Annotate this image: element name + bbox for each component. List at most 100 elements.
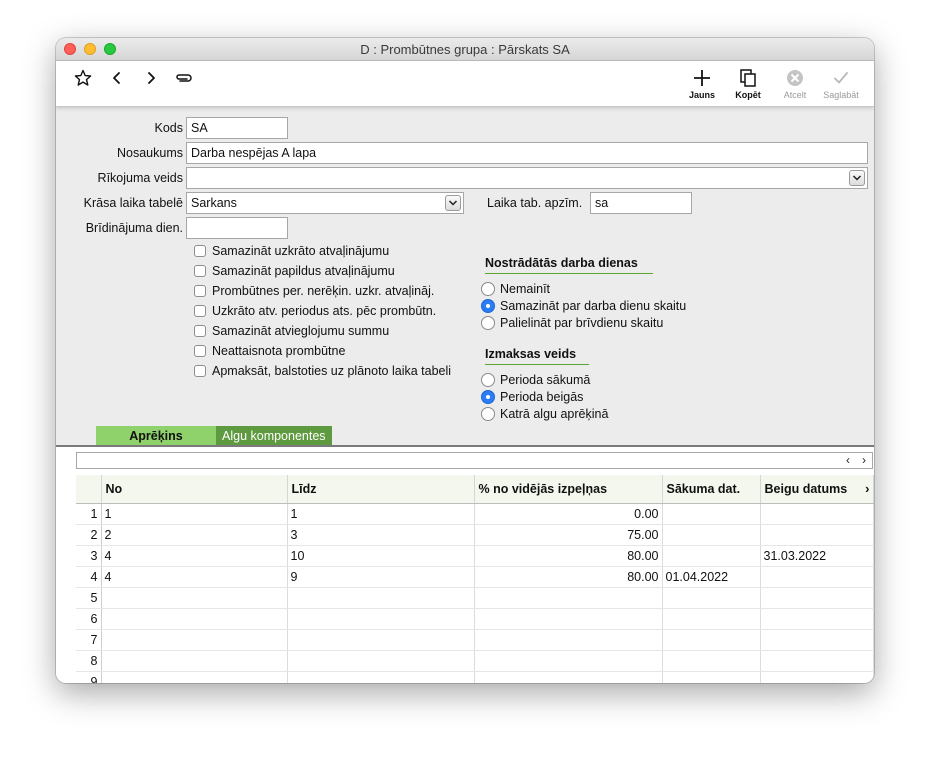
cell-lidz[interactable]	[287, 629, 475, 651]
scroll-right-icon[interactable]: ›	[862, 453, 866, 468]
cell-start[interactable]	[662, 524, 761, 546]
checkbox-box[interactable]	[194, 265, 206, 277]
cell-lidz[interactable]	[287, 587, 475, 609]
cell-lidz[interactable]: 10	[287, 545, 475, 567]
cell-no[interactable]	[101, 629, 288, 651]
checkbox-box[interactable]	[194, 305, 206, 317]
cell-start[interactable]	[662, 608, 761, 630]
star-icon[interactable]	[72, 67, 94, 89]
cell-end[interactable]	[760, 524, 874, 546]
checkbox-box[interactable]	[194, 365, 206, 377]
checkbox-reduce-relief-sum[interactable]: Samazināt atvieglojumu summu	[194, 324, 389, 338]
cell-no[interactable]: 4	[101, 566, 288, 588]
radio-dot[interactable]	[481, 390, 495, 404]
table-row[interactable]: 6	[76, 608, 874, 630]
paperclip-icon[interactable]	[173, 67, 195, 89]
cell-pct[interactable]	[474, 608, 663, 630]
cell-pct[interactable]: 80.00	[474, 566, 663, 588]
table-row[interactable]: 4 4 9 80.00 01.04.2022	[76, 566, 874, 588]
radio-dot[interactable]	[481, 299, 495, 313]
chevron-left-icon[interactable]	[106, 67, 128, 89]
new-button[interactable]: Jauns	[680, 67, 724, 100]
cell-end[interactable]	[760, 587, 874, 609]
table-row[interactable]: 3 4 10 80.00 31.03.2022	[76, 545, 874, 567]
radio-dot[interactable]	[481, 282, 495, 296]
cell-start[interactable]	[662, 671, 761, 683]
cell-start[interactable]	[662, 650, 761, 672]
table-row[interactable]: 8	[76, 650, 874, 672]
cell-pct[interactable]: 75.00	[474, 524, 663, 546]
kods-field[interactable]: SA	[186, 117, 288, 139]
table-row[interactable]: 1 1 1 0.00	[76, 503, 874, 525]
column-header-start-date[interactable]: Sākuma dat.	[662, 475, 761, 504]
save-button[interactable]: Saglabāt	[819, 67, 863, 100]
cell-lidz[interactable]: 1	[287, 503, 475, 525]
chevron-down-icon[interactable]	[849, 170, 865, 186]
cell-pct[interactable]	[474, 587, 663, 609]
cell-lidz[interactable]	[287, 608, 475, 630]
cell-no[interactable]: 4	[101, 545, 288, 567]
radio-period-end[interactable]: Perioda beigās	[481, 390, 583, 404]
cell-no[interactable]	[101, 608, 288, 630]
cell-end[interactable]	[760, 629, 874, 651]
cell-no[interactable]	[101, 587, 288, 609]
bridinajuma-field[interactable]	[186, 217, 288, 239]
cell-pct[interactable]: 0.00	[474, 503, 663, 525]
cell-lidz[interactable]	[287, 650, 475, 672]
cell-pct[interactable]	[474, 671, 663, 683]
krasa-select[interactable]: Sarkans	[186, 192, 464, 214]
table-row[interactable]: 7	[76, 629, 874, 651]
radio-period-start[interactable]: Perioda sākumā	[481, 373, 590, 387]
radio-no-change[interactable]: Nemainīt	[481, 282, 550, 296]
column-header-end-date[interactable]: Beigu datums ›	[760, 475, 874, 504]
radio-reduce-by-workdays[interactable]: Samazināt par darba dienu skaitu	[481, 299, 686, 313]
checkbox-pay-by-planned-timesheet[interactable]: Apmaksāt, balstoties uz plānoto laika ta…	[194, 364, 451, 378]
checkbox-box[interactable]	[194, 345, 206, 357]
cell-pct[interactable]	[474, 650, 663, 672]
cell-start[interactable]	[662, 503, 761, 525]
laika-apzim-field[interactable]: sa	[590, 192, 692, 214]
checkbox-absence-no-accrual[interactable]: Prombūtnes per. nerēķin. uzkr. atvaļināj…	[194, 284, 434, 298]
checkbox-unjustified-absence[interactable]: Neattaisnota prombūtne	[194, 344, 345, 358]
cell-end[interactable]	[760, 671, 874, 683]
cell-end[interactable]	[760, 608, 874, 630]
radio-dot[interactable]	[481, 316, 495, 330]
cell-lidz[interactable]	[287, 671, 475, 683]
table-row[interactable]: 5	[76, 587, 874, 609]
cell-start[interactable]	[662, 545, 761, 567]
column-header-no[interactable]: No	[101, 475, 288, 504]
cell-end[interactable]	[760, 503, 874, 525]
horizontal-scrollbar[interactable]: ‹ ›	[76, 452, 873, 469]
tab-algu-komponentes[interactable]: Algu komponentes	[216, 426, 332, 446]
cell-lidz[interactable]: 3	[287, 524, 475, 546]
cell-pct[interactable]: 80.00	[474, 545, 663, 567]
radio-increase-by-holidays[interactable]: Palielināt par brīvdienu skaitu	[481, 316, 663, 330]
cell-pct[interactable]	[474, 629, 663, 651]
table-row[interactable]: 2 2 3 75.00	[76, 524, 874, 546]
tab-aprekins[interactable]: Aprēķins	[96, 426, 216, 446]
checkbox-reduce-accrued-leave[interactable]: Samazināt uzkrāto atvaļinājumu	[194, 244, 389, 258]
radio-dot[interactable]	[481, 407, 495, 421]
copy-button[interactable]: Kopēt	[726, 67, 770, 100]
radio-dot[interactable]	[481, 373, 495, 387]
cell-end[interactable]: 31.03.2022	[760, 545, 874, 567]
cell-no[interactable]: 2	[101, 524, 288, 546]
rikojuma-select[interactable]	[186, 167, 868, 189]
chevron-down-icon[interactable]	[445, 195, 461, 211]
chevron-right-icon[interactable]	[140, 67, 162, 89]
column-header-lidz[interactable]: Līdz	[287, 475, 475, 504]
cell-no[interactable]	[101, 671, 288, 683]
cell-no[interactable]	[101, 650, 288, 672]
cell-lidz[interactable]: 9	[287, 566, 475, 588]
checkbox-box[interactable]	[194, 325, 206, 337]
cell-start[interactable]: 01.04.2022	[662, 566, 761, 588]
cell-no[interactable]: 1	[101, 503, 288, 525]
scroll-left-icon[interactable]: ‹	[846, 453, 850, 468]
cell-end[interactable]	[760, 566, 874, 588]
cell-start[interactable]	[662, 629, 761, 651]
nosaukums-field[interactable]: Darba nespējas A lapa	[186, 142, 868, 164]
chevron-right-icon[interactable]: ›	[865, 481, 869, 496]
column-header-percent[interactable]: % no vidējās izpeļņas	[474, 475, 663, 504]
checkbox-reduce-additional-leave[interactable]: Samazināt papildus atvaļinājumu	[194, 264, 395, 278]
cell-end[interactable]	[760, 650, 874, 672]
